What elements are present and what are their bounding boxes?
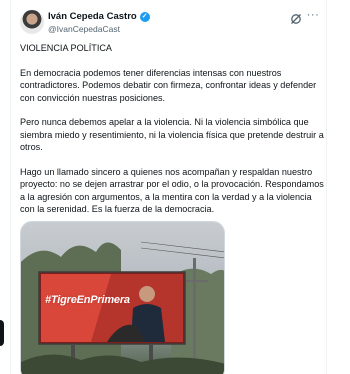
author-name-row: Iván Cepeda Castro ✓: [48, 11, 150, 22]
post-title: VIOLENCIA POLÍTICA: [20, 43, 112, 53]
more-icon[interactable]: ···: [306, 9, 320, 23]
column-border-left: [10, 0, 11, 374]
post-paragraph: Hago un llamado sincero a quienes nos ac…: [20, 167, 324, 215]
side-toggle-button[interactable]: [0, 320, 4, 346]
avatar[interactable]: [20, 10, 44, 34]
post-header: Iván Cepeda Castro ✓ @IvanCepedaCast ···: [20, 8, 320, 42]
column-border-right: [326, 0, 327, 374]
author-handle[interactable]: @IvanCepedaCast: [48, 24, 120, 34]
post-text: VIOLENCIA POLÍTICA En democracia podemos…: [20, 42, 324, 228]
post-paragraph: En democracia podemos tener diferencias …: [20, 67, 317, 103]
grok-icon[interactable]: [290, 12, 302, 24]
post-image[interactable]: #TigreEnPrimera: [20, 221, 225, 374]
post-paragraph: Pero nunca debemos apelar a la violencia…: [20, 117, 324, 153]
author-name[interactable]: Iván Cepeda Castro: [48, 11, 137, 22]
verified-badge-icon: ✓: [139, 11, 150, 22]
billboard-text: #TigreEnPrimera: [45, 294, 130, 306]
